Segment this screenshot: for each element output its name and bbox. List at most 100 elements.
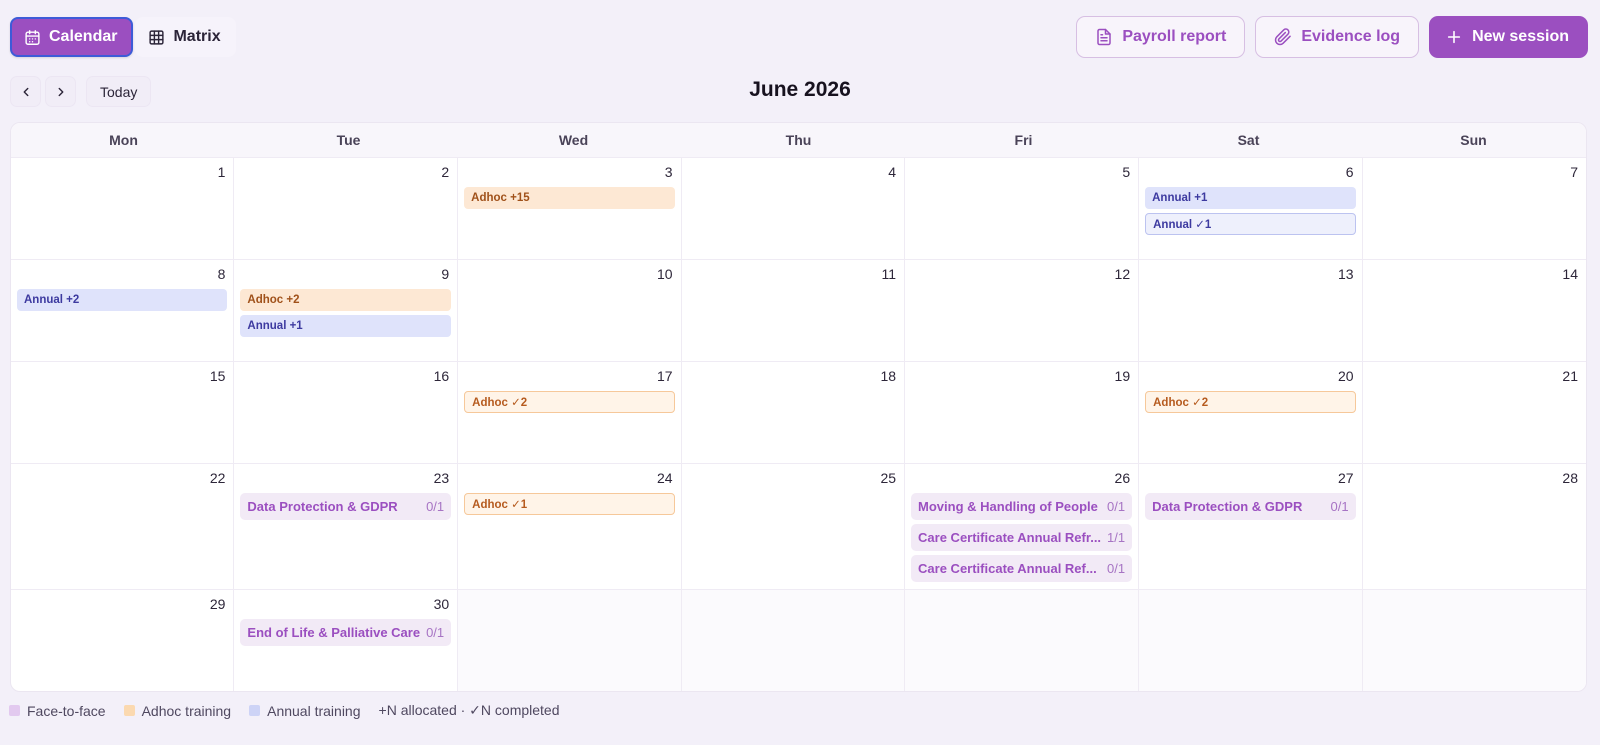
session-title: Moving & Handling of People [918, 499, 1098, 514]
legend-item: Adhoc training [123, 703, 231, 719]
day-number: 17 [657, 368, 673, 384]
day-cell[interactable]: 12 [905, 260, 1140, 362]
adhoc-training-chip[interactable]: Adhoc +2 [240, 289, 452, 311]
day-cell[interactable]: 25 [681, 464, 906, 590]
session-attendance-count: 0/1 [426, 499, 445, 514]
session-title: Care Certificate Annual Ref... [918, 561, 1097, 576]
annual-training-chip[interactable]: Annual +2 [17, 289, 228, 311]
annual-training-chip[interactable]: Annual ✓1 [1145, 213, 1356, 235]
day-events: Adhoc ✓1 [464, 493, 675, 515]
day-cell[interactable]: 24 Adhoc ✓1 [458, 464, 682, 590]
day-number [1369, 596, 1580, 613]
day-cell[interactable]: 8 Annual +2 [11, 260, 235, 362]
day-cell[interactable]: 16 [234, 362, 459, 464]
day-cell[interactable]: 29 [11, 590, 235, 691]
day-number: 30 [433, 596, 450, 612]
day-cell[interactable]: 17 Adhoc ✓2 [458, 362, 682, 464]
day-events: Adhoc +15 [464, 187, 675, 209]
face-to-face-session[interactable]: Moving & Handling of People 0/1 [911, 493, 1133, 520]
face-to-face-session[interactable]: Data Protection & GDPR 0/1 [240, 493, 452, 520]
day-number: 24 [657, 470, 673, 486]
session-title: Data Protection & GDPR [1152, 499, 1303, 514]
weekday-label: Thu [785, 132, 812, 148]
annual-training-chip[interactable]: Annual +1 [1145, 187, 1356, 209]
day-cell[interactable]: 3 Adhoc +15 [458, 158, 682, 260]
day-cell[interactable]: 5 [905, 158, 1140, 260]
day-cell[interactable]: 22 [11, 464, 235, 590]
day-cell[interactable]: 20 Adhoc ✓2 [1139, 362, 1363, 464]
weekday-label: Sun [1460, 132, 1487, 148]
day-cell[interactable]: 27 Data Protection & GDPR 0/1 [1139, 464, 1363, 590]
day-number: 11 [881, 266, 897, 282]
day-cell[interactable]: 19 [905, 362, 1140, 464]
day-cell[interactable]: 21 [1362, 362, 1586, 464]
day-events: Annual +2 [17, 289, 228, 311]
face-to-face-session[interactable]: Care Certificate Annual Refr... 1/1 [911, 524, 1133, 551]
session-attendance-count: 0/1 [1107, 499, 1126, 514]
day-cell[interactable]: 18 [681, 362, 906, 464]
face-to-face-session[interactable]: Care Certificate Annual Ref... 0/1 [911, 555, 1133, 582]
day-number: 14 [1562, 266, 1578, 282]
day-cell[interactable]: 7 [1362, 158, 1586, 260]
calendar-grid: Mon Tue Wed Thu Fri Sat Sun 1 2 3 Adhoc +15… [10, 122, 1587, 692]
face-to-face-session[interactable]: Data Protection & GDPR 0/1 [1145, 493, 1356, 520]
day-cell[interactable]: 4 [681, 158, 906, 260]
plus-icon [1447, 30, 1461, 44]
grid-icon [149, 29, 165, 45]
adhoc-training-chip[interactable]: Adhoc ✓1 [464, 493, 675, 515]
day-number: 8 [217, 266, 226, 282]
day-number: 13 [1337, 266, 1354, 282]
day-number [688, 596, 898, 613]
new-session-label: New session [1472, 28, 1569, 45]
session-title: End of Life & Palliative Care [247, 625, 421, 640]
matrix-view-button[interactable]: Matrix [135, 17, 236, 57]
payroll-report-button[interactable]: Payroll report [1076, 16, 1246, 58]
day-number: 4 [888, 164, 897, 180]
adhoc-training-chip[interactable]: Adhoc +15 [464, 187, 675, 209]
weekday-label: Tue [336, 132, 361, 148]
day-cell[interactable]: 28 [1362, 464, 1586, 590]
day-cell[interactable]: 13 [1139, 260, 1363, 362]
matrix-view-label: Matrix [173, 28, 221, 45]
legend-swatch [9, 705, 20, 716]
day-cell[interactable]: 15 [11, 362, 235, 464]
adhoc-training-chip[interactable]: Adhoc ✓2 [464, 391, 675, 413]
day-events: End of Life & Palliative Care 0/1 [240, 619, 452, 646]
day-number: 22 [209, 470, 226, 486]
day-grid: 1 2 3 Adhoc +15 4 5 6 Annual +1 Annual ✓1 7 8 Annua… [11, 158, 1586, 691]
new-session-button[interactable]: New session [1429, 16, 1588, 58]
day-cell[interactable]: 14 [1362, 260, 1586, 362]
day-number: 7 [1570, 164, 1578, 180]
day-cell[interactable]: 1 [11, 158, 235, 260]
day-cell[interactable]: 10 [458, 260, 682, 362]
calendar-view-button[interactable]: Calendar [10, 17, 134, 57]
day-cell[interactable]: 30 End of Life & Palliative Care 0/1 [234, 590, 459, 691]
face-to-face-session[interactable]: End of Life & Palliative Care 0/1 [240, 619, 452, 646]
day-number: 1 [217, 164, 226, 180]
view-toggle: Calendar Matrix [10, 17, 236, 59]
annual-training-chip[interactable]: Annual +1 [240, 315, 452, 337]
day-number: 15 [209, 368, 226, 384]
day-cell[interactable]: 26 Moving & Handling of People 0/1 Care Cer… [905, 464, 1140, 590]
evidence-log-button[interactable]: Evidence log [1255, 16, 1420, 58]
day-cell[interactable]: 2 [234, 158, 459, 260]
day-number: 26 [1114, 470, 1131, 486]
weekday-label: Mon [109, 132, 138, 148]
day-cell[interactable]: 23 Data Protection & GDPR 0/1 [234, 464, 459, 590]
weekday-label: Fri [1014, 132, 1033, 148]
day-number: 5 [1122, 164, 1131, 180]
day-cell[interactable]: 6 Annual +1 Annual ✓1 [1139, 158, 1363, 260]
day-number: 28 [1562, 470, 1578, 486]
day-events: Adhoc ✓2 [1145, 391, 1356, 413]
session-attendance-count: 0/1 [426, 625, 445, 640]
day-events: Data Protection & GDPR 0/1 [240, 493, 452, 520]
day-cell[interactable]: 11 [681, 260, 906, 362]
day-number: 20 [1337, 368, 1354, 384]
day-cell[interactable]: 9 Adhoc +2 Annual +1 [234, 260, 459, 362]
day-number [464, 596, 674, 613]
legend: Face-to-face Adhoc training Annual trainin… [9, 702, 560, 719]
evidence-log-label: Evidence log [1301, 28, 1401, 45]
day-number: 19 [1114, 368, 1131, 384]
day-number: 2 [441, 164, 450, 180]
adhoc-training-chip[interactable]: Adhoc ✓2 [1145, 391, 1356, 413]
